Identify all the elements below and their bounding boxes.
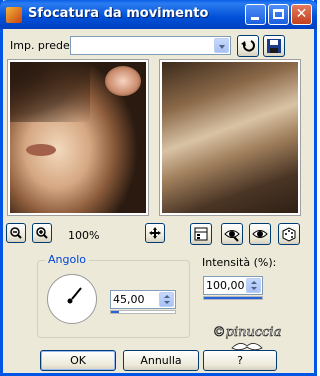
angle-slider-fill bbox=[111, 311, 119, 313]
proof-icon bbox=[224, 230, 240, 242]
zoom-out-icon bbox=[10, 227, 22, 239]
maximize-button[interactable] bbox=[268, 4, 289, 25]
intensity-input[interactable] bbox=[203, 276, 263, 295]
zoom-in-button[interactable] bbox=[32, 223, 52, 243]
angle-slider[interactable] bbox=[110, 310, 176, 314]
hair-shadow bbox=[10, 62, 90, 122]
original-preview[interactable] bbox=[7, 59, 149, 216]
angle-legend: Angolo bbox=[45, 253, 89, 266]
close-button[interactable]: ✕ bbox=[291, 4, 312, 25]
reset-icon bbox=[241, 40, 255, 52]
angle-spinner[interactable] bbox=[159, 292, 174, 307]
chevron-down-icon[interactable] bbox=[214, 38, 229, 53]
blurred-preview[interactable] bbox=[159, 59, 301, 216]
minimize-icon bbox=[251, 17, 259, 20]
intensity-label: Intensità (%): bbox=[202, 256, 277, 269]
zoom-out-button[interactable] bbox=[6, 223, 26, 243]
preview-toggle-button[interactable] bbox=[190, 223, 212, 245]
preview-toggle-icon bbox=[194, 227, 208, 241]
intensity-spinner[interactable] bbox=[246, 278, 261, 293]
proof-button[interactable] bbox=[221, 223, 243, 245]
angle-value[interactable] bbox=[113, 292, 157, 307]
randomize-icon bbox=[282, 227, 296, 242]
ear-highlight bbox=[105, 66, 141, 96]
save-preset-icon bbox=[267, 39, 281, 53]
zoom-in-icon bbox=[36, 227, 48, 239]
close-icon: ✕ bbox=[295, 6, 308, 22]
ok-button[interactable]: OK bbox=[40, 350, 116, 371]
move-icon bbox=[149, 227, 161, 239]
window-title: Sfocatura da movimento bbox=[28, 6, 209, 21]
title-bar[interactable]: Sfocatura da movimento ✕ bbox=[0, 0, 317, 29]
angle-dial[interactable] bbox=[47, 274, 97, 324]
intensity-slider-fill bbox=[204, 297, 262, 299]
save-preset-button[interactable] bbox=[263, 35, 285, 57]
preset-dropdown[interactable] bbox=[70, 36, 231, 55]
randomize-button[interactable] bbox=[278, 223, 300, 245]
watermark-signature: ©pinuccia bbox=[212, 325, 282, 351]
minimize-button[interactable] bbox=[245, 4, 266, 25]
angle-needle bbox=[67, 287, 82, 304]
move-button[interactable] bbox=[145, 223, 165, 243]
zoom-level: 100% bbox=[68, 229, 100, 242]
maximize-icon bbox=[273, 9, 284, 19]
intensity-value[interactable] bbox=[206, 278, 246, 293]
auto-proof-button[interactable] bbox=[249, 223, 271, 245]
watermark-text: ©pinuccia bbox=[213, 325, 282, 340]
cancel-button[interactable]: Annulla bbox=[123, 350, 199, 371]
angle-input[interactable] bbox=[110, 290, 176, 309]
app-icon bbox=[6, 7, 22, 23]
lips bbox=[26, 144, 56, 156]
reset-button[interactable] bbox=[237, 35, 259, 57]
help-button[interactable]: ? bbox=[203, 350, 277, 371]
intensity-slider[interactable] bbox=[203, 296, 263, 300]
auto-proof-icon bbox=[252, 230, 268, 238]
